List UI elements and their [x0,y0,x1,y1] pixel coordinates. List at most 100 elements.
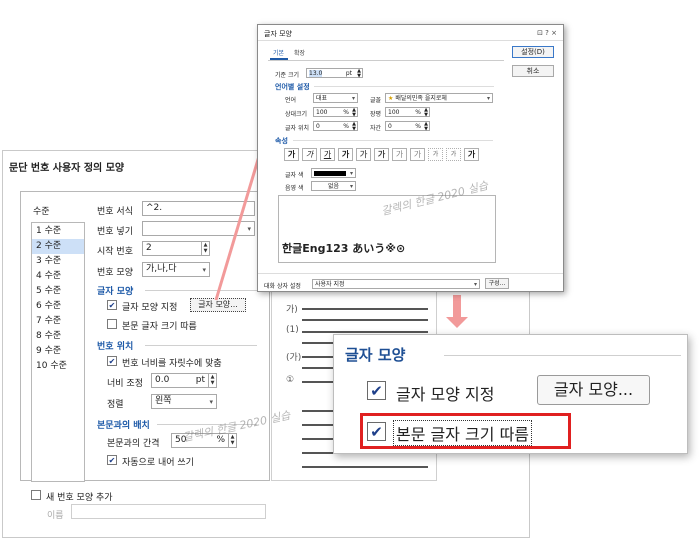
pos-unit: % [343,123,349,130]
preview-line [302,466,428,468]
number-insert-select[interactable]: ▾ [142,221,255,236]
shade-color-select[interactable]: 없음 ▾ [311,181,356,191]
follow-body-size-checkbox[interactable] [107,319,117,329]
preview-label-1: 가) [286,305,298,315]
zoom-follow-label: 본문 글자 크기 따름 [393,420,533,446]
lang-label: 언어 [285,97,297,104]
subscript-button[interactable]: 가 [446,148,461,161]
preview-line [302,308,428,310]
zoom-follow-checkbox[interactable]: ✔ [367,422,386,441]
font-select[interactable]: ★ 배달의민족 을지로체 ▾ [385,93,493,103]
zoom-shape-button[interactable]: 글자 모양... [537,375,650,405]
shadow-button[interactable]: 가 [374,148,389,161]
spin-arrows-icon[interactable]: ▲ ▼ [424,108,428,118]
section-divider [145,290,257,291]
lang-value: 대표 [316,95,328,102]
spin-arrows-icon[interactable]: ▲ ▼ [352,108,356,118]
spin-arrows-icon[interactable]: ▲ ▼ [228,434,236,447]
spin-arrows-icon[interactable]: ▲ ▼ [201,242,209,255]
ok-button[interactable]: 설정(D) [512,46,554,58]
dialog-setting-select[interactable]: 사용자 지정 ▾ [312,279,480,289]
preview-label-3: (가) [286,353,302,363]
spin-arrows-icon[interactable]: ▲ ▼ [357,69,361,79]
start-number-label: 시작 번호 [97,247,133,257]
ratio-input[interactable]: 100 % ▲ ▼ [385,107,430,118]
compose-button[interactable]: 구성... [485,278,509,289]
level-header: 수준 [33,207,50,217]
level-item[interactable]: 2 수준 [32,239,84,254]
window-controls[interactable]: ⊡ ? × [537,29,557,37]
body-arrange-section-title: 본문과의 배치 [97,421,150,431]
level-item[interactable]: 6 수준 [32,299,84,314]
align-select[interactable]: 왼쪽 ▾ [151,394,217,409]
zoom-specify-label: 글자 모양 지정 [396,385,495,404]
char-shape-button[interactable]: 글자 모양... [190,298,246,312]
attr-section-title: 속성 [275,137,288,145]
font-label: 글꼴 [370,97,382,104]
level-item[interactable]: 8 수준 [32,329,84,344]
char-shape-specify-label: 글자 모양 지정 [122,303,178,313]
spin-arrows-icon[interactable]: ▲ ▼ [352,122,356,132]
base-size-unit: pt [345,70,352,77]
outline-button[interactable]: 가 [356,148,371,161]
preview-line [302,331,428,333]
spacing-input[interactable]: 0 % ▲ ▼ [385,121,430,132]
rel-size-label: 상대크기 [285,111,308,118]
text-color-label: 글자 색 [285,172,304,179]
level-item[interactable]: 7 수준 [32,314,84,329]
rel-size-input[interactable]: 100 % ▲ ▼ [313,107,358,118]
number-shape-select[interactable]: 가,나,다 ▾ [142,262,210,277]
engrave-button[interactable]: 가 [410,148,425,161]
underline-button[interactable]: 가 [320,148,335,161]
level-list-items: 1 수준 2 수준 3 수준 4 수준 5 수준 6 수준 7 수준 8 수준 9 수준 10 수… [32,223,84,374]
ratio-value: 100 [388,109,400,116]
fit-width-label: 번호 너비를 자릿수에 맞춤 [122,359,222,369]
superscript-button[interactable]: 가 [428,148,443,161]
auto-indent-checkbox[interactable]: ✔ [107,455,117,465]
level-item[interactable]: 10 수준 [32,359,84,374]
new-shape-checkbox[interactable] [31,490,41,500]
ratio-unit: % [415,109,421,116]
pos-value: 0 [316,123,320,130]
chevron-down-icon: ▾ [351,95,355,102]
chevron-down-icon: ▾ [202,266,206,274]
strikethrough-button[interactable]: 가 [338,148,353,161]
fit-width-checkbox[interactable]: ✔ [107,356,117,366]
level-item[interactable]: 5 수준 [32,284,84,299]
spin-arrows-icon[interactable]: ▲ ▼ [424,122,428,132]
spacing-label: 자간 [370,125,382,132]
emboss-button[interactable]: 가 [392,148,407,161]
pos-label: 글자 위치 [285,125,309,132]
tab-extended[interactable]: 확장 [294,48,305,57]
level-item[interactable]: 3 수준 [32,254,84,269]
base-size-input[interactable]: 13.0 pt ▲ ▼ [306,68,363,79]
section-divider [314,86,494,87]
text-color-select[interactable]: ▾ [311,168,356,178]
width-adjust-input[interactable]: 0.0 pt ▲ ▼ [151,373,217,388]
bold-button[interactable]: 가 [284,148,299,161]
number-format-input[interactable]: ^2. [142,201,255,216]
chevron-down-icon: ▾ [473,281,477,288]
name-input[interactable] [71,504,266,519]
lang-select[interactable]: 대표 ▾ [313,93,358,103]
number-format-label: 번호 서식 [97,207,133,217]
cancel-button[interactable]: 취소 [512,65,554,77]
tab-basic[interactable]: 기본 [273,48,284,57]
zoom-callout: 글자 모양 ✔ 글자 모양 지정 글자 모양... ✔ 본문 글자 크기 따름 [333,334,688,454]
section-divider [293,140,493,141]
italic-button[interactable]: 가 [302,148,317,161]
level-item[interactable]: 9 수준 [32,344,84,359]
spin-arrows-icon[interactable]: ▲ ▼ [208,374,216,387]
base-size-label: 기준 크기 [275,72,299,79]
section-divider [145,345,257,346]
char-shape-specify-checkbox[interactable]: ✔ [107,300,117,310]
level-item[interactable]: 4 수준 [32,269,84,284]
pos-input[interactable]: 0 % ▲ ▼ [313,121,358,132]
start-number-input[interactable]: 2 ▲ ▼ [142,241,210,256]
auto-indent-label: 자동으로 내어 쓰기 [122,458,194,468]
level-list[interactable]: 1 수준 2 수준 3 수준 4 수준 5 수준 6 수준 7 수준 8 수준 9 수준 10 수… [31,222,85,482]
level-item[interactable]: 1 수준 [32,224,84,239]
zoom-specify-checkbox[interactable]: ✔ [367,381,386,400]
normal-button[interactable]: 가 [464,148,479,161]
rel-size-value: 100 [316,109,328,116]
